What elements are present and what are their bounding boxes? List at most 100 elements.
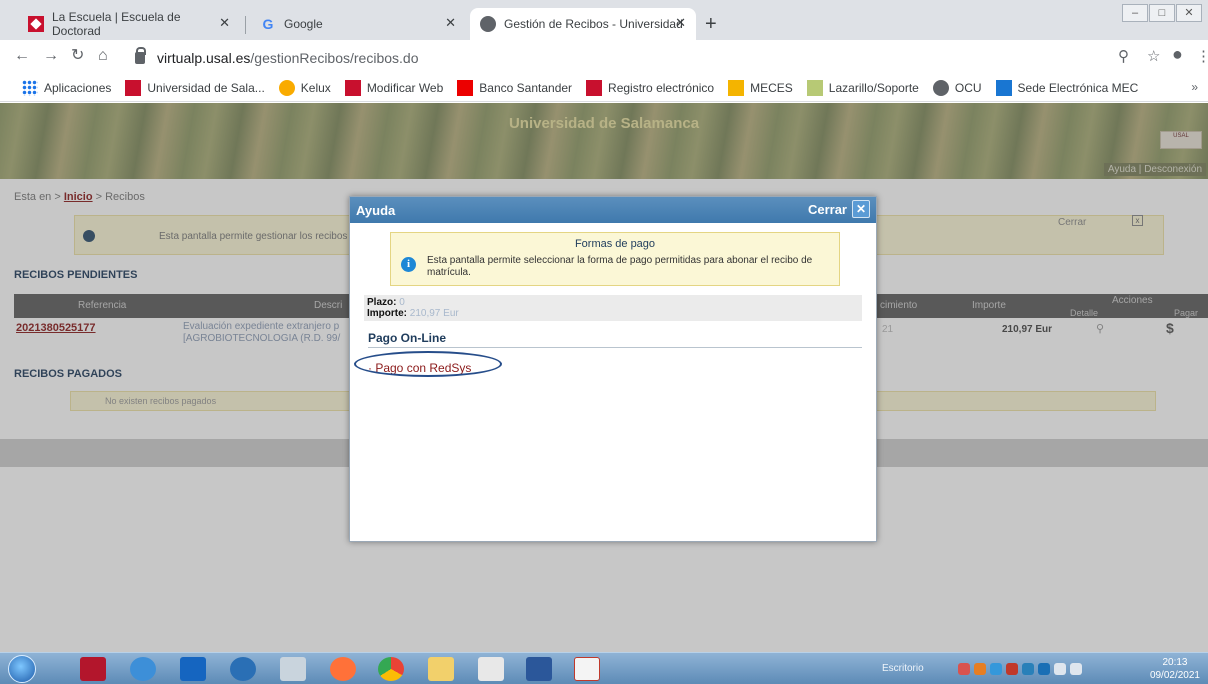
bookmark-label: Registro electrónico: [608, 80, 715, 95]
clock[interactable]: 20:13 09/02/2021: [1150, 656, 1200, 682]
word-icon[interactable]: [526, 657, 552, 681]
tab-gestion-recibos[interactable]: Gestión de Recibos - Universidad ✕: [470, 8, 696, 40]
zoom-icon[interactable]: ⚲: [1118, 49, 1129, 64]
back-icon[interactable]: ←: [14, 48, 30, 64]
desktop-toolbar-label[interactable]: Escritorio: [882, 663, 924, 674]
mec-icon: [995, 79, 1012, 96]
system-tray: Escritorio 20:13 09/02/2021: [868, 653, 1208, 684]
bookmark-label: Sede Electrónica MEC: [1017, 80, 1139, 95]
bookmark-label: Aplicaciones: [44, 80, 112, 95]
bookmark-modificar-web[interactable]: Modificar Web: [344, 79, 444, 96]
tray-icon[interactable]: [974, 663, 986, 675]
profile-icon[interactable]: ●: [1172, 45, 1183, 63]
firefox-icon[interactable]: [330, 657, 356, 681]
receipt-summary: Plazo: 0 Importe: 210,97 Eur: [364, 295, 862, 321]
tray-icon[interactable]: [990, 663, 1002, 675]
lock-icon: [135, 47, 146, 64]
bookmark-santander[interactable]: Banco Santander: [457, 79, 573, 96]
tab-separator: [245, 16, 246, 34]
menu-kebab-icon[interactable]: ⋮: [1196, 49, 1208, 64]
reload-icon[interactable]: ↻: [71, 48, 84, 64]
outlook-icon[interactable]: [180, 657, 206, 681]
bookmark-label: MECES: [750, 80, 793, 95]
bookmark-kelux[interactable]: Kelux: [278, 79, 331, 96]
importe-value: 210,97 Eur: [409, 308, 459, 319]
filezilla-icon[interactable]: [80, 657, 106, 681]
bookmarks-more-icon[interactable]: »: [1191, 80, 1198, 94]
close-tab-icon[interactable]: ✕: [445, 15, 456, 31]
bookmark-lazarillo[interactable]: Lazarillo/Soporte: [806, 79, 919, 96]
close-icon[interactable]: ✕: [852, 200, 870, 218]
bookmark-label: OCU: [954, 80, 982, 95]
window-controls: – □ ✕: [1122, 4, 1202, 22]
tab-escuela[interactable]: La Escuela | Escuela de Doctorad ✕: [18, 8, 240, 40]
new-tab-button[interactable]: +: [705, 14, 717, 34]
help-dialog: Ayuda Cerrar ✕ Formas de pago i Esta pan…: [349, 196, 877, 542]
bookmark-label: Banco Santander: [479, 80, 573, 95]
tab-title: Google: [284, 17, 323, 31]
bookmark-aplicaciones[interactable]: Aplicaciones: [22, 79, 112, 96]
browser-tab-strip: La Escuela | Escuela de Doctorad ✕ G Goo…: [0, 0, 1208, 40]
clock-time: 20:13: [1162, 657, 1188, 668]
plazo-value: 0: [399, 297, 405, 308]
bookmark-star-icon[interactable]: ☆: [1147, 49, 1160, 64]
network-icon[interactable]: [1022, 663, 1034, 675]
usal-icon: [586, 79, 603, 96]
globe-icon: [932, 79, 949, 96]
calculator-icon[interactable]: [280, 657, 306, 681]
payment-info-title: Formas de pago: [574, 238, 656, 250]
internet-explorer-icon[interactable]: [130, 657, 156, 681]
address-bar[interactable]: virtualp.usal.es /gestionRecibos/recibos…: [135, 45, 1095, 71]
online-payment-title: Pago On-Line: [368, 331, 862, 348]
close-window-icon[interactable]: ✕: [1176, 4, 1202, 22]
bookmarks-bar: Aplicaciones Universidad de Sala... Kelu…: [0, 74, 1208, 102]
plazo-label: Plazo:: [367, 297, 397, 308]
importe-label: Importe:: [367, 308, 407, 319]
payment-info-text: Esta pantalla permite seleccionar la for…: [427, 255, 813, 278]
chrome-icon[interactable]: [378, 657, 404, 681]
page-content: Universidad de Salamanca USAL Ayuda | De…: [0, 103, 1208, 652]
meces-icon: [728, 79, 745, 96]
bookmark-meces[interactable]: MECES: [728, 79, 793, 96]
bookmark-label: Lazarillo/Soporte: [828, 80, 919, 95]
tray-icon[interactable]: [1006, 663, 1018, 675]
acrobat-icon[interactable]: [574, 657, 600, 681]
forward-icon[interactable]: →: [43, 48, 59, 64]
usal-icon: [125, 79, 142, 96]
bookmark-universidad[interactable]: Universidad de Sala...: [125, 79, 265, 96]
payment-info-box: Formas de pago i Esta pantalla permite s…: [390, 232, 840, 286]
lazarillo-icon: [806, 79, 823, 96]
usal-icon: [344, 79, 361, 96]
java-icon[interactable]: [478, 657, 504, 681]
close-tab-icon[interactable]: ✕: [675, 15, 686, 31]
windows-taskbar: Escritorio 20:13 09/02/2021: [0, 652, 1208, 684]
bookmark-label: Modificar Web: [366, 80, 444, 95]
tab-title: Gestión de Recibos - Universidad: [504, 17, 683, 31]
clock-date: 09/02/2021: [1149, 670, 1200, 681]
start-button[interactable]: [8, 655, 36, 683]
tab-google[interactable]: G Google ✕: [250, 8, 466, 40]
bookmark-ocu[interactable]: OCU: [932, 79, 982, 96]
dialog-close-button[interactable]: Cerrar ✕: [808, 200, 870, 218]
home-icon[interactable]: ⌂: [98, 48, 108, 64]
volume-icon[interactable]: [1054, 663, 1066, 675]
app-icon[interactable]: [230, 657, 256, 681]
bookmark-sede-mec[interactable]: Sede Electrónica MEC: [995, 79, 1139, 96]
globe-icon: [480, 16, 496, 32]
url-host: virtualp.usal.es: [157, 50, 251, 66]
bookmark-registro[interactable]: Registro electrónico: [586, 79, 715, 96]
maximize-icon[interactable]: □: [1149, 4, 1175, 22]
tray-icon[interactable]: [958, 663, 970, 675]
info-icon: i: [401, 257, 416, 272]
outlook-tray-icon[interactable]: [1038, 663, 1050, 675]
minimize-icon[interactable]: –: [1122, 4, 1148, 22]
apps-grid-icon: [22, 79, 38, 96]
flag-icon[interactable]: [1070, 663, 1082, 675]
highlight-ellipse: [354, 351, 502, 377]
santander-icon: [457, 79, 474, 96]
file-explorer-icon[interactable]: [428, 657, 454, 681]
dialog-header: Ayuda Cerrar ✕: [350, 197, 876, 223]
dialog-title: Ayuda: [356, 203, 396, 218]
tab-title: La Escuela | Escuela de Doctorad: [52, 10, 181, 38]
close-tab-icon[interactable]: ✕: [219, 15, 230, 31]
